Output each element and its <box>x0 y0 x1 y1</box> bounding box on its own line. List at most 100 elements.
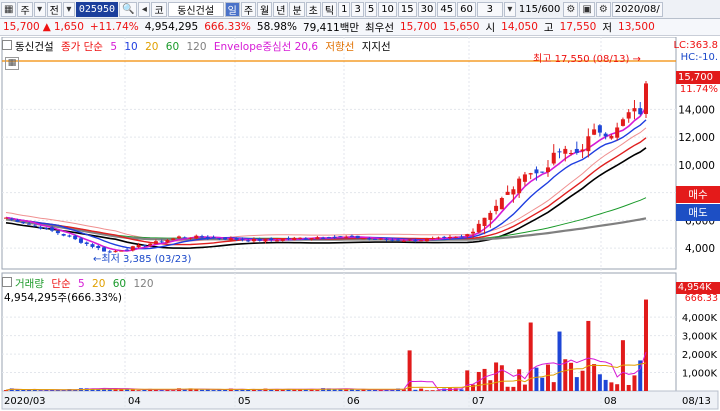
interval-45[interactable]: 45 <box>437 1 457 17</box>
candle-body <box>569 152 574 154</box>
chevron-down-icon[interactable]: ▾ <box>62 1 75 17</box>
data-count: 115/600 <box>518 3 561 15</box>
candle-body <box>280 239 285 241</box>
candle-body <box>419 240 424 242</box>
volume-bar <box>574 377 579 391</box>
candle-body <box>96 246 101 249</box>
search-icon[interactable]: 🔍 <box>118 1 138 17</box>
tab-second[interactable]: 초 <box>305 1 321 17</box>
tab-weekly[interactable]: 주 <box>240 1 257 17</box>
grid-toggle-icon[interactable]: ▦ <box>5 57 19 70</box>
interval-10[interactable]: 10 <box>378 1 397 17</box>
market-selector[interactable]: 주 <box>17 1 33 17</box>
high-price: 17,550 <box>559 21 597 33</box>
moving-average-lines <box>2 60 676 391</box>
candle-body <box>274 240 279 242</box>
current-price: 15,700 <box>3 21 40 33</box>
stock-code-input[interactable]: 025950 <box>75 1 118 17</box>
chevron-down-icon[interactable]: ▾ <box>503 1 516 17</box>
tab-yearly[interactable]: 년 <box>273 1 289 17</box>
save-icon[interactable]: ▣ <box>579 1 595 17</box>
price-tag: 15,700 <box>676 71 720 84</box>
tab-minute[interactable]: 분 <box>289 1 305 17</box>
stock-chart[interactable]: 4,0006,0008,00010,00012,00014,0001,000K2… <box>0 37 720 411</box>
interval-60[interactable]: 60 <box>457 1 476 17</box>
tab-daily[interactable]: 일 <box>224 1 240 17</box>
gear-icon[interactable]: ⚙ <box>595 1 611 17</box>
candle-body <box>465 234 470 237</box>
candle-body <box>626 112 631 119</box>
x-tick-label: 06 <box>347 396 360 407</box>
interval-1[interactable]: 1 <box>338 1 351 17</box>
settings-icon[interactable]: ⚙ <box>563 1 579 17</box>
candle-body <box>494 205 499 212</box>
candle-body <box>517 178 522 194</box>
interval-5[interactable]: 5 <box>364 1 378 17</box>
candle-body <box>361 238 366 240</box>
buy-button[interactable]: 매수 <box>676 186 720 203</box>
volume-bar <box>159 390 164 391</box>
candle-body <box>511 189 516 195</box>
candle-body <box>90 244 95 247</box>
candle-body <box>632 108 637 112</box>
candle-body <box>4 217 8 219</box>
volume-bar <box>274 389 279 391</box>
interval-3[interactable]: 3 <box>351 1 364 17</box>
volume-bars <box>4 299 648 391</box>
volume-bar <box>211 390 216 391</box>
speaker-icon[interactable]: ◂ <box>138 1 151 17</box>
interval-select[interactable]: 3 <box>476 1 503 17</box>
candle-body <box>73 235 78 240</box>
legend-ma-label: 종가 단순 <box>60 41 103 53</box>
legend-toggle-icon[interactable] <box>2 40 12 50</box>
volume-bar <box>315 390 320 391</box>
tab-monthly[interactable]: 월 <box>257 1 273 17</box>
volume-bar <box>407 350 412 391</box>
interval-15[interactable]: 15 <box>397 1 417 17</box>
candle-body <box>194 235 199 239</box>
volume-bar <box>557 331 562 391</box>
volume-bar <box>436 390 441 391</box>
x-tick-label: 07 <box>472 396 485 407</box>
candle-body <box>67 235 72 237</box>
ma5-line <box>5 107 647 252</box>
volume-bar <box>534 367 539 391</box>
candle-body <box>188 237 193 239</box>
volume-bar <box>644 299 648 391</box>
candle-body <box>136 244 141 248</box>
candle-body <box>50 227 55 231</box>
candle-body <box>574 148 579 153</box>
market-type-label[interactable]: 코 <box>151 1 167 17</box>
candle-body <box>355 235 360 239</box>
candle-body <box>27 223 32 225</box>
chart-area[interactable]: 4,0006,0008,00010,00012,00014,0001,000K2… <box>0 37 720 411</box>
volume-bar <box>603 379 608 391</box>
sell-button[interactable]: 매도 <box>676 204 720 221</box>
period-selector[interactable]: 전 <box>46 1 62 17</box>
volume-value-label: 4,954,295주(666.33%) <box>4 292 123 304</box>
open-label: 시 <box>485 21 496 34</box>
best-ask: 15,700 <box>400 21 437 33</box>
grid-menu-icon[interactable]: ▦ <box>1 1 17 17</box>
candle-body <box>217 238 222 240</box>
candle-body <box>620 119 625 126</box>
date-field[interactable]: 2020/08/ <box>611 1 663 17</box>
legend-toggle-icon[interactable] <box>2 277 12 287</box>
stock-name[interactable]: 동신건설 <box>167 1 224 17</box>
volume-bar <box>38 390 43 391</box>
price-tick-label: 12,000 <box>678 132 715 144</box>
interval-30[interactable]: 30 <box>417 1 437 17</box>
candle-body <box>78 238 83 243</box>
volume-bar <box>419 388 424 391</box>
hc-label: HC:-10. <box>680 52 718 63</box>
candle-body <box>384 238 389 240</box>
low-price: 13,500 <box>618 21 655 33</box>
candle-body <box>401 240 406 242</box>
candle-body <box>638 108 643 115</box>
chevron-down-icon[interactable]: ▾ <box>33 1 46 17</box>
candle-body <box>182 237 187 239</box>
volume-legend: 거래량 단순 5 20 60 120 <box>0 276 158 291</box>
tab-tick[interactable]: 틱 <box>321 1 338 17</box>
volume-bar <box>551 382 556 391</box>
best-ask-label: 최우선 <box>365 21 394 34</box>
